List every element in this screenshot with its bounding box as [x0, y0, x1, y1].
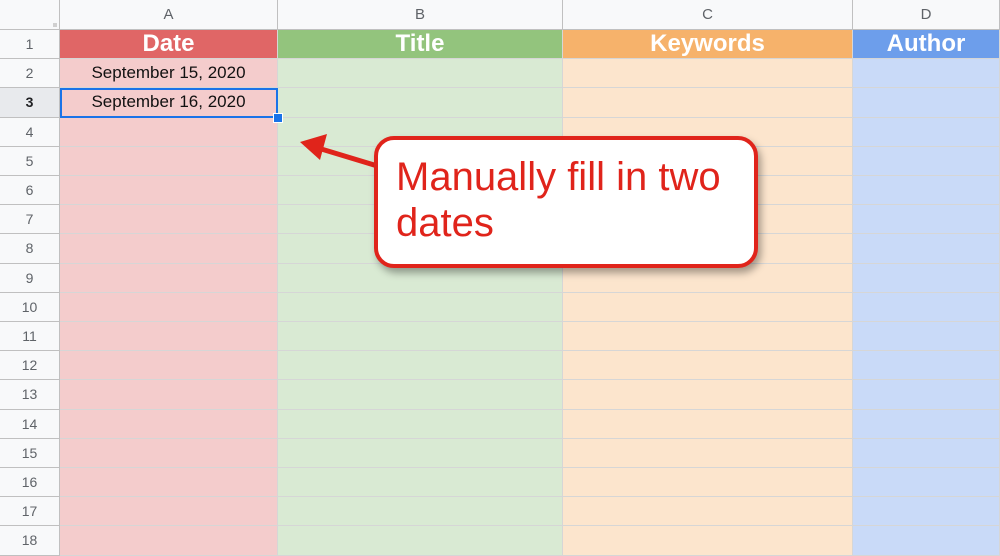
cell-a18[interactable]: [60, 526, 278, 556]
cell-b17[interactable]: [278, 497, 563, 527]
cell-c16[interactable]: [563, 468, 853, 498]
cell-d3[interactable]: [853, 88, 1000, 118]
cell-a3[interactable]: September 16, 2020: [60, 88, 278, 118]
column-header-a[interactable]: A: [60, 0, 278, 30]
cell-a16[interactable]: [60, 468, 278, 498]
cell-d9[interactable]: [853, 263, 1000, 293]
header-cell-title[interactable]: Title: [278, 30, 563, 60]
cell-b15[interactable]: [278, 438, 563, 468]
select-all-corner[interactable]: [0, 0, 60, 30]
cell-c12[interactable]: [563, 351, 853, 381]
row-header-10[interactable]: 10: [0, 292, 60, 322]
cell-a14[interactable]: [60, 409, 278, 439]
spreadsheet-grid: ABCD 1 2 3 4 5 6 7 8 9 10 11 12 13 14 15 16 17 18 Date Tit…: [0, 0, 1000, 556]
cell-a15[interactable]: [60, 438, 278, 468]
cell-a13[interactable]: [60, 380, 278, 410]
cell-a17[interactable]: [60, 497, 278, 527]
row-header-4[interactable]: 4: [0, 117, 60, 147]
row-header-13[interactable]: 13: [0, 380, 60, 410]
row-header-6[interactable]: 6: [0, 176, 60, 206]
cell-b2[interactable]: [278, 59, 563, 89]
cell-d4[interactable]: [853, 117, 1000, 147]
cell-a12[interactable]: [60, 351, 278, 381]
cell-a8[interactable]: [60, 234, 278, 264]
row-header-18[interactable]: 18: [0, 526, 60, 556]
row-header-11[interactable]: 11: [0, 322, 60, 352]
cell-a6[interactable]: [60, 176, 278, 206]
cell-c14[interactable]: [563, 409, 853, 439]
column-header-c[interactable]: C: [563, 0, 853, 30]
cell-c17[interactable]: [563, 497, 853, 527]
cell-d18[interactable]: [853, 526, 1000, 556]
cell-b11[interactable]: [278, 322, 563, 352]
callout-text: Manually fill in two dates: [396, 155, 721, 245]
cell-a7[interactable]: [60, 205, 278, 235]
row-header-16[interactable]: 16: [0, 468, 60, 498]
cell-d6[interactable]: [853, 176, 1000, 206]
cell-b3[interactable]: [278, 88, 563, 118]
row-header-14[interactable]: 14: [0, 409, 60, 439]
cell-d15[interactable]: [853, 438, 1000, 468]
cell-d12[interactable]: [853, 351, 1000, 381]
cell-a9[interactable]: [60, 263, 278, 293]
header-cell-author[interactable]: Author: [853, 30, 1000, 60]
cell-d11[interactable]: [853, 322, 1000, 352]
row-header-8[interactable]: 8: [0, 234, 60, 264]
cell-a5[interactable]: [60, 146, 278, 176]
header-cell-date[interactable]: Date: [60, 30, 278, 60]
cell-b13[interactable]: [278, 380, 563, 410]
header-cell-keywords[interactable]: Keywords: [563, 30, 853, 60]
row-header-12[interactable]: 12: [0, 351, 60, 381]
cell-b18[interactable]: [278, 526, 563, 556]
cell-c3[interactable]: [563, 88, 853, 118]
cell-d17[interactable]: [853, 497, 1000, 527]
row-header-3[interactable]: 3: [0, 88, 60, 118]
fill-handle[interactable]: [273, 112, 283, 123]
cell-a4[interactable]: [60, 117, 278, 147]
cell-b14[interactable]: [278, 409, 563, 439]
cell-d7[interactable]: [853, 205, 1000, 235]
cell-d10[interactable]: [853, 292, 1000, 322]
cell-a10[interactable]: [60, 292, 278, 322]
row-header-9[interactable]: 9: [0, 263, 60, 293]
row-header-17[interactable]: 17: [0, 497, 60, 527]
cell-d2[interactable]: [853, 59, 1000, 89]
cell-c18[interactable]: [563, 526, 853, 556]
row-header-1[interactable]: 1: [0, 30, 60, 60]
cell-d16[interactable]: [853, 468, 1000, 498]
row-header-2[interactable]: 2: [0, 59, 60, 89]
row-header-15[interactable]: 15: [0, 438, 60, 468]
cell-c2[interactable]: [563, 59, 853, 89]
cell-d8[interactable]: [853, 234, 1000, 264]
cell-a11[interactable]: [60, 322, 278, 352]
cell-b10[interactable]: [278, 292, 563, 322]
cell-b16[interactable]: [278, 468, 563, 498]
column-header-d[interactable]: D: [853, 0, 1000, 30]
row-header-5[interactable]: 5: [0, 146, 60, 176]
row-header-7[interactable]: 7: [0, 205, 60, 235]
cell-d13[interactable]: [853, 380, 1000, 410]
cell-c10[interactable]: [563, 292, 853, 322]
cell-c11[interactable]: [563, 322, 853, 352]
cell-c13[interactable]: [563, 380, 853, 410]
cell-d14[interactable]: [853, 409, 1000, 439]
annotation-callout: Manually fill in two dates: [374, 136, 758, 268]
cell-c15[interactable]: [563, 438, 853, 468]
cell-b12[interactable]: [278, 351, 563, 381]
cell-d5[interactable]: [853, 146, 1000, 176]
column-header-b[interactable]: B: [278, 0, 563, 30]
cell-a2[interactable]: September 15, 2020: [60, 59, 278, 89]
